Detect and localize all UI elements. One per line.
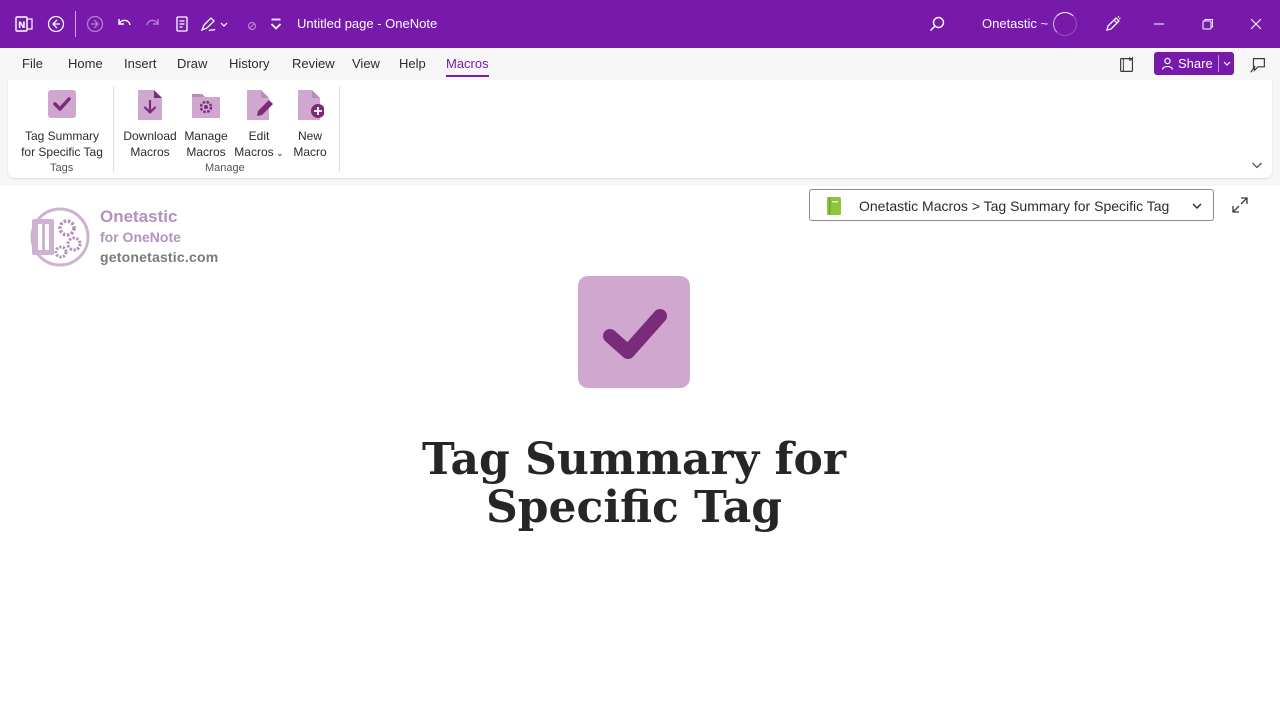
account-avatar-loading[interactable] xyxy=(1053,12,1077,36)
search-icon[interactable] xyxy=(925,12,949,36)
manage-macros-button[interactable]: Manage Macros xyxy=(181,86,231,160)
ribbon-group-separator xyxy=(113,86,114,172)
download-line1: Download xyxy=(123,129,177,143)
manage-line1: Manage xyxy=(184,129,228,143)
comments-icon[interactable] xyxy=(1247,54,1269,76)
customize-qat-icon[interactable] xyxy=(266,12,286,36)
checkmark-macro-icon xyxy=(48,90,76,118)
share-divider xyxy=(1218,55,1219,72)
close-icon[interactable] xyxy=(1244,12,1268,36)
onenote-window: N Untitled page - OneNote Onetastic ~ Fi… xyxy=(0,0,1280,720)
edit-file-icon xyxy=(247,90,273,120)
page-title-line2: Specific Tag xyxy=(486,482,782,533)
restore-icon[interactable] xyxy=(1196,12,1220,36)
tab-draw[interactable]: Draw xyxy=(177,56,207,71)
tab-macros[interactable]: Macros xyxy=(446,56,489,77)
ribbon-group-separator-2 xyxy=(339,86,340,172)
new-line1: New xyxy=(297,129,322,143)
group-label-tags: Tags xyxy=(50,162,74,174)
edit-line2: Macros xyxy=(234,145,274,159)
page-title: Tag Summary for Specific Tag xyxy=(340,436,928,532)
back-icon[interactable] xyxy=(44,12,68,36)
page-view-icon[interactable] xyxy=(170,12,194,36)
tab-home[interactable]: Home xyxy=(68,56,103,71)
collapse-ribbon-icon[interactable] xyxy=(1250,158,1264,172)
logo-title: Onetastic xyxy=(100,207,178,226)
new-macro-button[interactable]: New Macro xyxy=(288,86,332,160)
tab-view[interactable]: View xyxy=(352,56,380,71)
download-line2: Macros xyxy=(130,145,170,159)
chevron-down-icon xyxy=(1192,203,1202,209)
tag-summary-line2: for Specific Tag xyxy=(21,145,103,159)
share-button[interactable]: Share xyxy=(1154,52,1234,75)
onetastic-logo-icon xyxy=(30,207,90,267)
edit-line1: Edit xyxy=(248,129,270,143)
tab-help[interactable]: Help xyxy=(399,56,426,71)
download-macros-button[interactable]: Download Macros xyxy=(120,86,180,160)
logo-url: getonetastic.com xyxy=(100,249,219,265)
tag-summary-line1: Tag Summary xyxy=(24,129,100,143)
minimize-icon[interactable] xyxy=(1147,12,1171,36)
tag-summary-button[interactable]: Tag Summary for Specific Tag xyxy=(16,86,108,160)
tab-insert[interactable]: Insert xyxy=(124,56,157,71)
checkmark-icon xyxy=(603,309,667,359)
new-line2: Macro xyxy=(293,145,327,159)
macro-checkmark-image xyxy=(578,276,690,388)
redo-icon[interactable] xyxy=(141,12,165,36)
undo-icon[interactable] xyxy=(112,12,136,36)
download-icon xyxy=(138,90,162,120)
ribbon-tabs: File Home Insert Draw History Review Vie… xyxy=(0,48,1280,80)
edit-dropdown-icon[interactable]: ⌄ xyxy=(274,148,284,158)
pen-dropdown-icon[interactable] xyxy=(218,12,230,36)
sync-status-icon xyxy=(240,12,264,36)
fullscreen-expand-icon[interactable] xyxy=(1231,196,1249,214)
tab-history[interactable]: History xyxy=(229,56,269,71)
share-dropdown-icon[interactable] xyxy=(1222,57,1232,69)
forward-icon[interactable] xyxy=(83,12,107,36)
manage-line2: Macros xyxy=(186,145,226,159)
logo-subtitle: for OneNote xyxy=(100,229,181,245)
breadcrumb-text: Onetastic Macros > Tag Summary for Speci… xyxy=(859,198,1170,214)
notebook-icon xyxy=(827,197,841,215)
edit-macros-button[interactable]: Edit Macros ⌄ xyxy=(232,86,286,161)
share-label: Share xyxy=(1178,56,1213,71)
share-icon xyxy=(1161,57,1174,70)
coauthor-icon[interactable] xyxy=(1101,12,1125,36)
page-title-line1: Tag Summary for xyxy=(421,434,847,485)
tab-file[interactable]: File xyxy=(22,56,43,71)
immersive-reader-icon[interactable] xyxy=(1116,54,1138,76)
group-label-manage: Manage xyxy=(205,162,245,174)
account-name[interactable]: Onetastic ~ xyxy=(982,16,1048,31)
window-title: Untitled page - OneNote xyxy=(297,16,438,31)
svg-text:N: N xyxy=(18,21,26,31)
titlebar-separator xyxy=(75,11,76,37)
pen-icon[interactable] xyxy=(196,12,220,36)
notebook-breadcrumb-dropdown[interactable]: Onetastic Macros > Tag Summary for Speci… xyxy=(809,189,1214,221)
onenote-app-icon[interactable]: N xyxy=(12,12,36,36)
folder-gear-icon xyxy=(192,94,220,118)
title-bar: N Untitled page - OneNote Onetastic ~ xyxy=(0,0,1280,48)
tab-review[interactable]: Review xyxy=(292,56,335,71)
new-file-icon xyxy=(298,90,324,120)
